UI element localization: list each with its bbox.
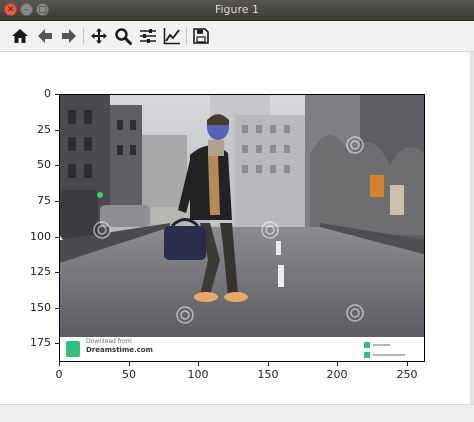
- x-tick-mark: [198, 362, 199, 366]
- y-tick-label: 100: [30, 230, 51, 243]
- x-tick-label: 250: [396, 368, 418, 381]
- y-tick-mark: [55, 94, 59, 95]
- status-bar: [0, 404, 474, 422]
- x-tick-mark: [407, 362, 408, 366]
- window-edge: [470, 52, 474, 404]
- y-tick-mark: [55, 272, 59, 273]
- navigation-toolbar: [0, 21, 474, 52]
- x-tick-label: 200: [326, 368, 348, 381]
- save-floppy-icon[interactable]: [190, 25, 212, 47]
- y-tick-label: 175: [30, 336, 51, 349]
- x-tick-label: 50: [122, 368, 136, 381]
- y-tick-label: 150: [30, 301, 51, 314]
- y-tick-mark: [55, 165, 59, 166]
- y-tick-label: 0: [44, 87, 51, 100]
- forward-arrow-icon[interactable]: [58, 25, 80, 47]
- toolbar-separator: [186, 27, 187, 45]
- toolbar-separator: [83, 27, 84, 45]
- y-tick-mark: [55, 343, 59, 344]
- x-tick-mark: [268, 362, 269, 366]
- x-tick-label: 150: [257, 368, 279, 381]
- x-tick-mark: [337, 362, 338, 366]
- window-title: Figure 1: [214, 3, 260, 16]
- y-tick-mark: [55, 308, 59, 309]
- x-tick-mark: [129, 362, 130, 366]
- axes-image-panel[interactable]: Download from Dreamstime.com: [59, 94, 425, 362]
- watermark-banner-line2: Dreamstime.com: [86, 346, 153, 354]
- home-icon[interactable]: [9, 25, 31, 47]
- y-tick-mark: [55, 130, 59, 131]
- y-tick-mark: [55, 237, 59, 238]
- edit-curves-icon[interactable]: [161, 25, 183, 47]
- y-tick-label: 25: [37, 123, 51, 136]
- y-tick-label: 125: [30, 265, 51, 278]
- x-tick-label: 0: [55, 368, 63, 381]
- zoom-magnifier-icon[interactable]: [112, 25, 134, 47]
- y-tick-mark: [55, 201, 59, 202]
- pan-move-icon[interactable]: [88, 25, 110, 47]
- watermark-banner-line1: Download from: [86, 338, 132, 345]
- x-tick-label: 100: [187, 368, 209, 381]
- y-tick-label: 75: [37, 194, 51, 207]
- window-titlebar: ✕ – □ Figure 1: [0, 0, 474, 21]
- subplots-sliders-icon[interactable]: [137, 25, 159, 47]
- x-tick-mark: [59, 362, 60, 366]
- y-tick-label: 50: [37, 158, 51, 171]
- street-photo-image: [60, 95, 424, 361]
- back-arrow-icon[interactable]: [34, 25, 56, 47]
